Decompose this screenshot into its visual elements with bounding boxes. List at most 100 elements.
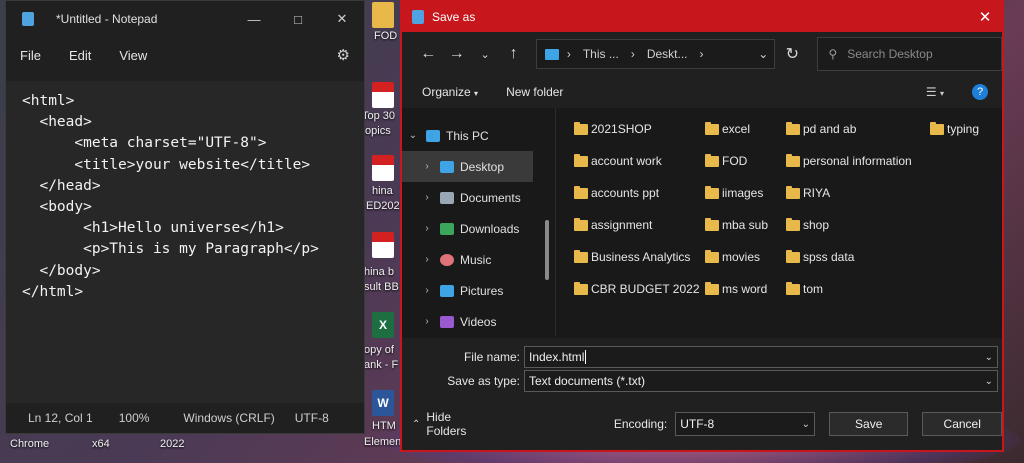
folder-item[interactable]: FOD [705, 153, 748, 168]
chevron-right-icon: › [566, 47, 571, 61]
folder-name: accounts ppt [591, 186, 660, 200]
encoding-select[interactable]: UTF-8 ⌄ [675, 412, 815, 436]
up-arrow-icon[interactable]: ↑ [499, 45, 527, 63]
caret-up-icon: ⌃ [412, 418, 421, 430]
chevron-down-icon[interactable]: ⌄ [985, 352, 993, 363]
folder-item[interactable]: typing [930, 121, 979, 136]
chevron-right-icon[interactable]: › [420, 316, 434, 327]
nav-label: This PC [446, 128, 489, 143]
nav-label: Documents [460, 190, 521, 205]
address-bar[interactable]: › This ... › Deskt... › ⌄ [535, 39, 776, 69]
desktop-pdf-icon[interactable] [372, 232, 394, 258]
folder-item[interactable]: pd and ab [786, 121, 856, 136]
folder-item[interactable]: Business Analytics [574, 249, 690, 264]
folder-item[interactable]: CBR BUDGET 2022 [574, 281, 700, 296]
minimize-icon[interactable]: — [232, 1, 276, 37]
forward-arrow-icon[interactable]: → [442, 45, 470, 63]
folder-item[interactable]: movies [705, 249, 760, 264]
desktop-pdf-icon[interactable] [372, 82, 394, 108]
folder-item[interactable]: 2021SHOP [574, 121, 652, 136]
folder-name: RIYA [803, 186, 831, 200]
folder-item[interactable]: account work [574, 153, 662, 168]
menu-edit[interactable]: Edit [69, 48, 91, 63]
desktop-excel-icon[interactable]: X [372, 312, 394, 338]
breadcrumb-desktop[interactable]: Deskt... [647, 47, 688, 61]
desktop-pdf-icon[interactable] [372, 155, 394, 181]
nav-item-downloads[interactable]: › Downloads [402, 213, 555, 244]
hide-folders-button[interactable]: ⌃ Hide Folders [412, 410, 492, 438]
close-icon[interactable]: ✕ [320, 1, 364, 37]
scrollbar[interactable] [545, 220, 549, 280]
nav-item-videos[interactable]: › Videos [402, 306, 555, 337]
folder-item[interactable]: mba sub [705, 217, 768, 232]
back-arrow-icon[interactable]: ← [414, 45, 442, 63]
folder-item[interactable]: iimages [705, 185, 763, 200]
close-icon[interactable]: ✕ [968, 8, 1002, 26]
folder-item[interactable]: excel [705, 121, 750, 136]
chevron-right-icon[interactable]: › [420, 161, 434, 172]
chevron-right-icon[interactable]: › [420, 192, 434, 203]
desktop-label: 2022 [160, 438, 185, 450]
notepad-titlebar[interactable]: *Untitled - Notepad — □ ✕ [6, 1, 364, 37]
view-options-icon[interactable]: ☰ ▾ [926, 85, 944, 99]
line-endings: Windows (CRLF) [183, 411, 275, 425]
save-as-dialog: Save as ✕ ← → ⌄ ↑ › This ... › Deskt... … [400, 0, 1004, 452]
chevron-down-icon[interactable]: ⌄ [758, 47, 768, 61]
recent-locations-icon[interactable]: ⌄ [471, 48, 499, 61]
help-icon[interactable]: ? [972, 84, 988, 100]
this-pc-icon [426, 129, 440, 142]
navigation-bar: ← → ⌄ ↑ › This ... › Deskt... › ⌄ ↻ ⚲ Se… [402, 32, 1003, 76]
menu-file[interactable]: File [20, 48, 41, 63]
chevron-down-icon[interactable]: ⌄ [406, 130, 420, 141]
folder-icon [705, 217, 719, 231]
breadcrumb-this-pc[interactable]: This ... [583, 47, 619, 61]
folder-name: spss data [803, 250, 855, 264]
new-folder-button[interactable]: New folder [506, 85, 563, 99]
navigation-pane: ⌄ This PC › Desktop › Documents › Downlo… [402, 108, 556, 336]
nav-item-music[interactable]: › Music [402, 244, 555, 275]
save-type-select[interactable]: Text documents (*.txt) ⌄ [524, 370, 998, 392]
file-name-field[interactable]: Index.html ⌄ [524, 346, 998, 368]
save-button[interactable]: Save [828, 412, 909, 436]
nav-item-this-pc[interactable]: ⌄ This PC [402, 120, 555, 151]
folder-icon [574, 121, 588, 135]
folder-item[interactable]: assignment [574, 217, 652, 232]
text-editor[interactable]: <html> <head> <meta charset="UTF-8"> <ti… [6, 81, 364, 403]
folder-item[interactable]: tom [786, 281, 823, 296]
code-line: </head> [22, 177, 101, 194]
search-input[interactable]: Search Desktop [847, 47, 932, 61]
desktop-label: sult BB [364, 281, 399, 293]
maximize-icon[interactable]: □ [276, 1, 320, 37]
folder-item[interactable]: shop [786, 217, 829, 232]
dialog-titlebar[interactable]: Save as ✕ [402, 2, 1002, 32]
cancel-button[interactable]: Cancel [922, 412, 1002, 436]
chevron-down-icon[interactable]: ⌄ [802, 419, 810, 430]
file-name-value[interactable]: Index.html [529, 350, 587, 364]
folder-name: FOD [722, 154, 748, 168]
search-box[interactable]: ⚲ Search Desktop [817, 37, 1003, 71]
folder-icon [786, 249, 800, 263]
folder-icon [705, 153, 719, 167]
folder-name: account work [591, 154, 662, 168]
chevron-right-icon[interactable]: › [420, 223, 434, 234]
folder-item[interactable]: RIYA [786, 185, 831, 200]
folder-item[interactable]: spss data [786, 249, 855, 264]
chevron-right-icon[interactable]: › [420, 254, 434, 265]
nav-item-documents[interactable]: › Documents [402, 182, 555, 213]
nav-item-pictures[interactable]: › Pictures [402, 275, 555, 306]
folder-item[interactable]: accounts ppt [574, 185, 660, 200]
menu-view[interactable]: View [119, 48, 147, 63]
desktop-folder-icon[interactable] [372, 2, 394, 28]
dialog-title: Save as [432, 10, 476, 24]
gear-icon[interactable]: ⚙ [337, 46, 350, 64]
organize-button[interactable]: Organize ▾ [422, 85, 478, 99]
chevron-right-icon[interactable]: › [420, 285, 434, 296]
folder-item[interactable]: personal information [786, 153, 912, 168]
folder-item[interactable]: ms word [705, 281, 767, 296]
nav-item-desktop[interactable]: › Desktop [402, 151, 533, 182]
chevron-down-icon[interactable]: ⌄ [985, 376, 993, 387]
folder-icon [786, 121, 800, 135]
refresh-icon[interactable]: ↻ [775, 44, 809, 64]
desktop-word-icon[interactable]: W [372, 390, 394, 416]
status-bar: Ln 12, Col 1 100% Windows (CRLF) UTF-8 [6, 403, 364, 433]
